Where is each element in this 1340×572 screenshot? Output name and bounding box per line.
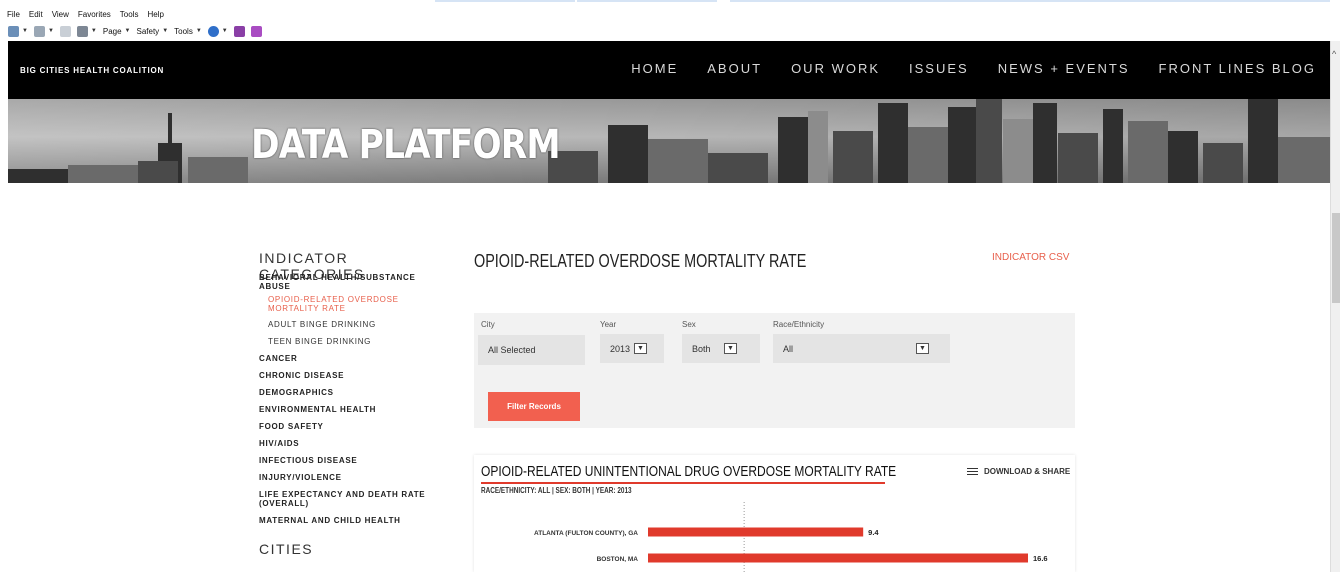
page-menu-label: Page [102, 26, 122, 36]
sex-select-value: Both [692, 343, 711, 354]
page-scrollbar[interactable]: ^ [1330, 41, 1340, 572]
sidebar-category-food-safety[interactable]: FOOD SAFETY [259, 422, 439, 431]
sidebar-category-maternal-child-health[interactable]: MATERNAL AND CHILD HEALTH [259, 516, 439, 525]
scroll-up-icon[interactable]: ^ [1332, 49, 1336, 59]
hero-banner: DATA PLATFORM [8, 99, 1330, 183]
year-filter-label: Year [600, 320, 617, 329]
safety-menu[interactable]: Safety ▼ [137, 27, 169, 36]
onenote-linked-button[interactable] [250, 25, 262, 37]
menu-file[interactable]: File [7, 8, 20, 22]
feeds-icon [33, 25, 45, 37]
page-title: OPIOID-RELATED OVERDOSE MORTALITY RATE [474, 251, 807, 271]
sidebar-item-teen-binge-drinking[interactable]: TEEN BINGE DRINKING [259, 337, 439, 346]
value-label: 16.6 [1033, 554, 1048, 563]
sex-select[interactable]: Both ▼ [682, 334, 760, 363]
banner-title: DATA PLATFORM [251, 122, 561, 168]
feeds-button[interactable]: ▼ [33, 25, 54, 37]
browser-title-strip [0, 0, 1340, 6]
race-select-value: All [783, 343, 794, 354]
nav-issues[interactable]: ISSUES [909, 61, 969, 76]
menu-help[interactable]: Help [147, 8, 163, 22]
sidebar-heading: INDICATOR CATEGORIES [259, 250, 365, 282]
chevron-down-icon: ▼ [916, 343, 929, 354]
race-select[interactable]: All ▼ [773, 334, 950, 363]
print-icon [76, 25, 88, 37]
nav-our-work[interactable]: OUR WORK [791, 61, 880, 76]
nav-news-events[interactable]: NEWS + EVENTS [998, 61, 1130, 76]
sidebar-category-demographics[interactable]: DEMOGRAPHICS [259, 388, 439, 397]
mail-icon [59, 25, 71, 37]
bar[interactable] [648, 527, 864, 537]
sidebar-category-behavioral-health[interactable]: BEHAVIORAL HEALTH/SUBSTANCE ABUSE [259, 273, 419, 291]
filter-records-button[interactable]: Filter Records [488, 392, 580, 421]
home-button[interactable]: ▼ [8, 25, 28, 37]
onenote-icon [233, 25, 245, 37]
tools-menu-label: Tools [174, 26, 193, 36]
help-icon [207, 25, 219, 37]
indicator-csv-link[interactable]: INDICATOR CSV [992, 252, 1069, 263]
bar[interactable] [648, 553, 1028, 563]
browser-command-bar: ▼ ▼ ▼ Page ▼ Safety ▼ Tools ▼ ▼ [0, 22, 262, 40]
sidebar-item-adult-binge-drinking[interactable]: ADULT BINGE DRINKING [259, 320, 439, 329]
onenote-button[interactable] [233, 25, 245, 37]
bar-chart: ATLANTA (FULTON COUNTY), GA 9.4 BOSTON, MA… [534, 502, 1048, 572]
browser-menubar: File Edit View Favorites Tools Help [0, 8, 164, 22]
sidebar-category-hiv-aids[interactable]: HIV/AIDS [259, 439, 439, 448]
city-filter-label: City [481, 320, 495, 329]
print-button[interactable]: ▼ [76, 25, 97, 37]
home-icon [8, 25, 19, 37]
menu-view[interactable]: View [52, 8, 69, 22]
help-button[interactable]: ▼ [207, 25, 228, 37]
race-filter-label: Race/Ethnicity [773, 320, 825, 329]
sidebar-category-life-expectancy[interactable]: LIFE EXPECTANCY AND DEATH RATE (OVERALL) [259, 490, 429, 508]
main-nav: HOME ABOUT OUR WORK ISSUES NEWS + EVENTS… [631, 61, 1316, 76]
nav-home[interactable]: HOME [631, 61, 678, 76]
sex-filter-label: Sex [682, 320, 696, 329]
onenote-linked-icon [250, 25, 262, 37]
nav-front-lines-blog[interactable]: FRONT LINES BLOG [1159, 61, 1316, 76]
city-filter-value: All Selected [488, 345, 536, 355]
menu-edit[interactable]: Edit [29, 8, 43, 22]
scrollbar-thumb[interactable] [1332, 213, 1340, 303]
chevron-down-icon: ▼ [634, 343, 647, 354]
filter-panel: City All Selected Year 2013 ▼ Sex Both ▼… [474, 313, 1075, 428]
sidebar-category-infectious-disease[interactable]: INFECTIOUS DISEASE [259, 456, 439, 465]
category-label: BOSTON, MA [597, 556, 639, 563]
nav-about[interactable]: ABOUT [707, 61, 762, 76]
cities-heading: CITIES [259, 541, 314, 557]
chevron-down-icon: ▼ [724, 343, 737, 354]
mail-button[interactable] [59, 25, 71, 37]
tools-menu[interactable]: Tools ▼ [174, 27, 202, 36]
indicator-sidebar: INDICATOR CATEGORIES BEHAVIORAL HEALTH/S… [259, 250, 439, 557]
site-header: BIG CITIES HEALTH COALITION HOME ABOUT O… [8, 41, 1330, 99]
menu-tools[interactable]: Tools [120, 8, 139, 22]
category-label: ATLANTA (FULTON COUNTY), GA [534, 530, 638, 537]
sidebar-category-injury-violence[interactable]: INJURY/VIOLENCE [259, 473, 439, 482]
chart-card: OPIOID-RELATED UNINTENTIONAL DRUG OVERDO… [474, 455, 1075, 572]
city-filter[interactable]: All Selected [478, 335, 585, 365]
sidebar-category-chronic-disease[interactable]: CHRONIC DISEASE [259, 371, 439, 380]
sidebar-category-environmental-health[interactable]: ENVIRONMENTAL HEALTH [259, 405, 439, 414]
value-label: 9.4 [868, 528, 879, 537]
page-menu[interactable]: Page ▼ [103, 27, 131, 36]
year-select-value: 2013 [610, 343, 631, 354]
sidebar-category-cancer[interactable]: CANCER [259, 354, 439, 363]
menu-favorites[interactable]: Favorites [78, 8, 111, 22]
site-brand[interactable]: BIG CITIES HEALTH COALITION [20, 66, 164, 75]
sidebar-item-opioid-overdose[interactable]: OPIOID-RELATED OVERDOSE MORTALITY RATE [259, 295, 424, 313]
year-select[interactable]: 2013 ▼ [600, 334, 664, 363]
safety-menu-label: Safety [136, 26, 160, 36]
